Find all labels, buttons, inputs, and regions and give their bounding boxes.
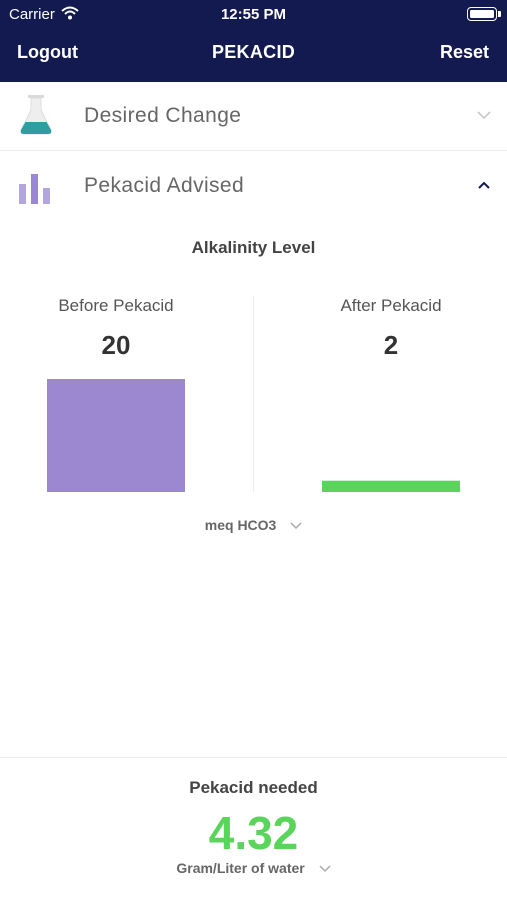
column-divider <box>253 296 254 492</box>
chevron-up-icon[interactable] <box>477 180 491 190</box>
after-value: 2 <box>383 330 399 360</box>
bar-after <box>322 480 460 492</box>
result-value: 4.32 <box>208 807 299 859</box>
result-unit-selector[interactable]: Gram/Liter of water <box>0 860 507 876</box>
status-bar: Carrier 12:55 PM <box>0 0 507 28</box>
before-label: Before Pekacid <box>58 296 174 315</box>
flask-icon <box>20 95 52 135</box>
result-divider <box>0 757 507 758</box>
page-title: PEKACID <box>211 42 296 62</box>
navigation-bar: Carrier 12:55 PM Logout PEKACID Reset <box>0 0 507 82</box>
result-label: Pekacid needed <box>189 778 318 797</box>
section-label-pekacid-advised: Pekacid Advised <box>84 174 245 197</box>
unit-selector[interactable]: meq HCO3 <box>0 517 507 533</box>
reset-button[interactable]: Reset <box>440 42 489 63</box>
chevron-down-icon <box>319 865 331 873</box>
result-unit-label: Gram/Liter of water <box>176 860 305 876</box>
after-label: After Pekacid <box>340 296 442 315</box>
unit-label: meq HCO3 <box>204 517 277 533</box>
status-time: 12:55 PM <box>220 6 287 23</box>
battery-icon <box>467 7 497 21</box>
chevron-down-icon[interactable] <box>477 110 491 120</box>
bar-before <box>47 379 185 492</box>
chart-title: Alkalinity Level <box>191 238 316 257</box>
section-label-desired-change: Desired Change <box>84 104 242 127</box>
battery-tip <box>498 11 501 17</box>
before-value: 20 <box>101 330 131 360</box>
bar-chart-icon <box>19 174 50 204</box>
section-desired-change[interactable]: Desired Change <box>0 82 507 151</box>
chevron-down-icon <box>290 522 302 530</box>
section-pekacid-advised[interactable]: Pekacid Advised <box>0 152 507 221</box>
